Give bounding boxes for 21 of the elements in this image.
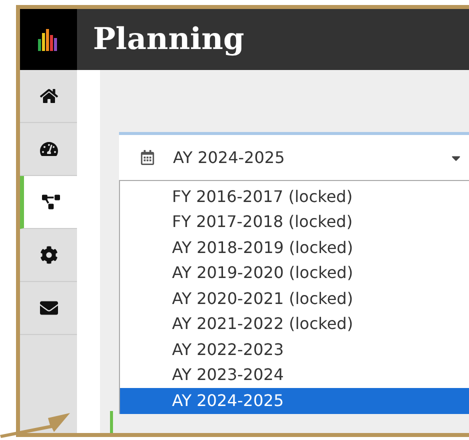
dropdown-option[interactable]: AY 2018-2019 (locked) — [120, 235, 469, 260]
dropdown-option[interactable]: AY 2022-2023 — [120, 337, 469, 362]
dropdown-option[interactable]: FY 2017-2018 (locked) — [120, 210, 469, 235]
dropdown-option[interactable]: AY 2023-2024 — [120, 362, 469, 388]
mail-icon — [40, 299, 58, 317]
select-value: AY 2024-2025 — [173, 146, 286, 168]
period-select[interactable]: AY 2024-2025 — [119, 132, 469, 180]
logo-icon — [38, 28, 60, 50]
gauge-icon — [40, 140, 58, 158]
page-title: Planning — [93, 21, 244, 59]
home-icon — [40, 87, 58, 105]
dropdown-option[interactable]: AY 2020-2021 (locked) — [120, 286, 469, 312]
dropdown-option[interactable]: AY 2021-2022 (locked) — [120, 312, 469, 337]
status-marker — [110, 411, 113, 433]
settings-icon — [40, 246, 58, 264]
dropdown-option[interactable]: AY 2019-2020 (locked) — [120, 260, 469, 286]
calendar-icon — [140, 150, 155, 165]
dropdown-option[interactable]: AY 2024-2025 — [120, 388, 469, 414]
dropdown-option[interactable]: FY 2016-2017 (locked) — [120, 184, 469, 210]
sidebar-item[interactable] — [20, 176, 77, 229]
diagram-icon — [42, 193, 60, 211]
